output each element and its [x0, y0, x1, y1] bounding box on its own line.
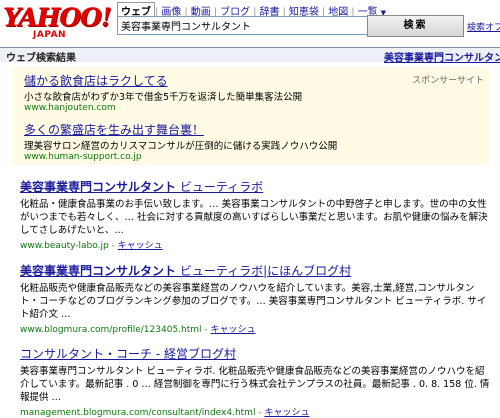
ad-url[interactable]: www.hanjouten.com [24, 103, 116, 113]
ad-description: 理美容サロン経営のカリスマコンサルが圧倒的に儲ける実践ノウハウ公開 [24, 141, 338, 152]
result-snippet: 化粧品販売や健康食品販売などの美容事業経営のノウハウを紹介しています。美容,士業… [20, 283, 487, 320]
yahoo-japan-logo[interactable]: YAHOO! JAPAN [3, 3, 112, 43]
search-vertical-tabs: ウェブ | 画像 | 動画 | ブログ | 辞書 | 知恵袋 | 地図 | 一覧 ▼ [117, 2, 386, 18]
cache-link[interactable]: キャッシュ [264, 408, 309, 418]
cache-link[interactable]: キャッシュ [118, 241, 163, 251]
search-input[interactable] [117, 16, 368, 35]
sponsored-ads: スポンサーサイト 儲かる飲食店はラクしてる 小さな飲食店がわずか3年で借金5千万… [12, 67, 490, 165]
logo-subtitle: JAPAN [33, 30, 67, 40]
result-url-line: www.beauty-labo.jp - キャッシュ [20, 241, 163, 251]
logo-wordmark: YAHOO! [3, 3, 112, 32]
search-result: コンサルタント・コーチ - 経営ブログ村 美容事業専門コンサルタント ビューティ… [20, 345, 490, 418]
result-url: www.blogmura.com/profile/123405.html [20, 325, 202, 335]
search-options-link[interactable]: 検索オプ [467, 20, 500, 33]
result-title[interactable]: 美容事業専門コンサルタント ビューティラボ [20, 178, 490, 195]
result-url-line: management.blogmura.com/consultant/index… [20, 408, 310, 418]
results-heading: ウェブ検索結果 [6, 53, 76, 64]
result-title[interactable]: 美容事業専門コンサルタント ビューティラボ|にほんブログ村 [20, 262, 490, 279]
ad-description: 小さな飲食店がわずか3年で借金5千万を返済した簡単集客法公開 [24, 92, 303, 103]
result-url: management.blogmura.com/consultant/index… [20, 408, 256, 418]
search-button[interactable]: 検索 [367, 15, 464, 37]
result-url-line: www.blogmura.com/profile/123405.html - キ… [20, 325, 256, 335]
ad-title[interactable]: 儲かる飲食店はラクしてる [24, 72, 168, 89]
result-url: www.beauty-labo.jp [20, 241, 109, 251]
cache-link[interactable]: キャッシュ [211, 325, 256, 335]
result-title[interactable]: コンサルタント・コーチ - 経営ブログ村 [20, 345, 490, 362]
search-result: 美容事業専門コンサルタント ビューティラボ|にほんブログ村 化粧品販売や健康食品… [20, 262, 490, 335]
result-snippet: 美容事業専門コンサルタント ビューティラボ. 化粧品販売や健康食品販売などの美容… [20, 366, 490, 403]
results-header-bar: ウェブ検索結果 美容事業専門コンサルタン [0, 47, 500, 64]
query-link[interactable]: 美容事業専門コンサルタン [384, 49, 500, 64]
ad-title[interactable]: 多くの繁盛店を生み出す舞台裏！ [24, 121, 204, 138]
sponsor-label: スポンサーサイト [412, 76, 484, 86]
ad-url[interactable]: www.human-support.co.jp [24, 152, 142, 162]
search-result: 美容事業専門コンサルタント ビューティラボ 化粧品・健康食品事業のお手伝い致しま… [20, 178, 490, 251]
result-snippet: 化粧品・健康食品事業のお手伝い致します。… 美容事業コンサルタントの中野啓子と申… [20, 199, 488, 236]
